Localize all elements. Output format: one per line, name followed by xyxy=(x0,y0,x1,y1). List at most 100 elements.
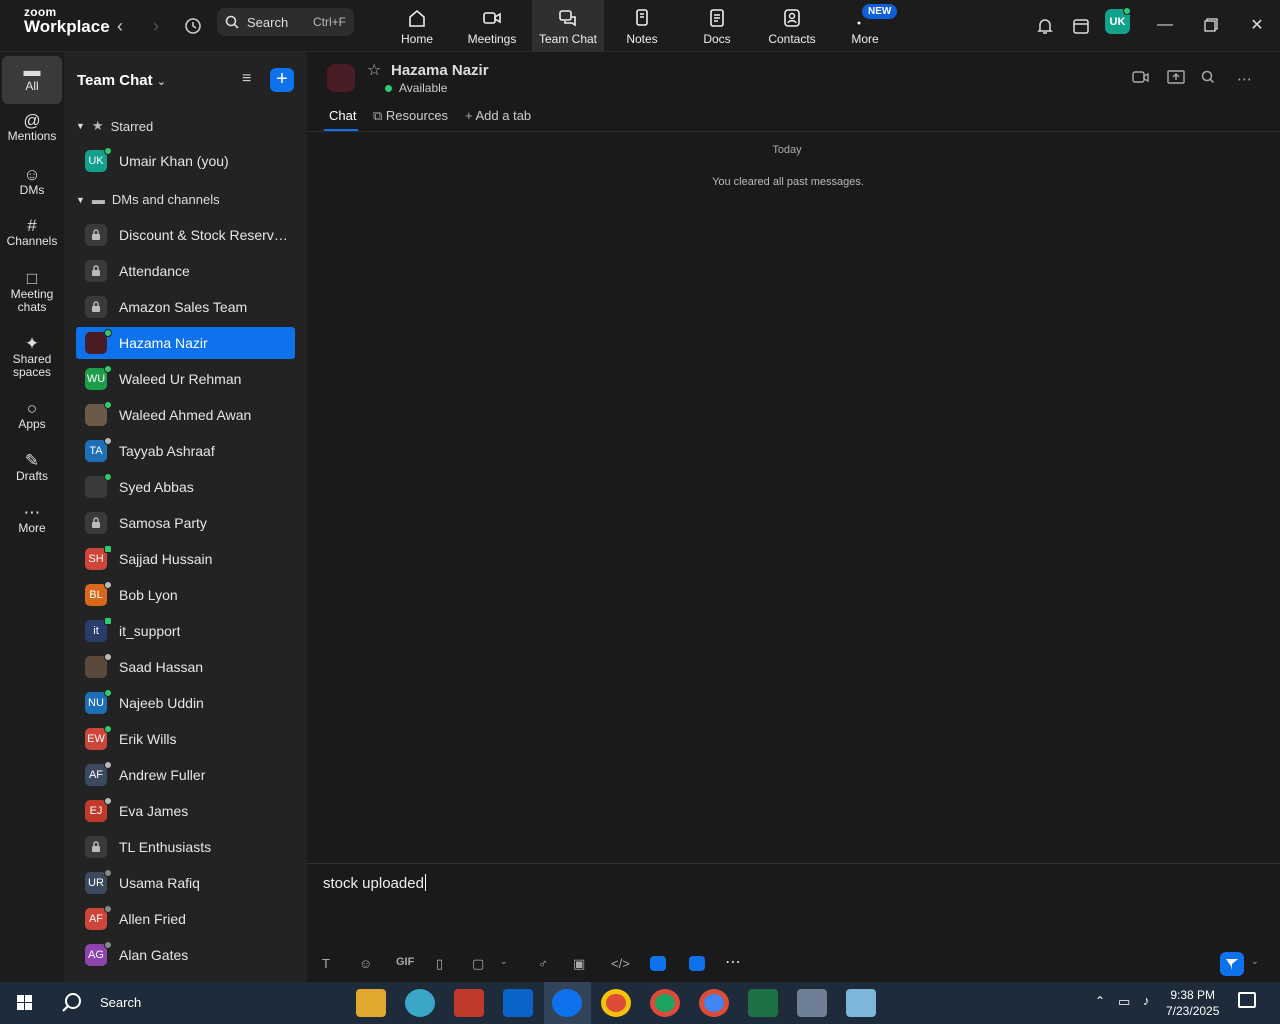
dm-list-item[interactable]: SH Sajjad Hussain xyxy=(76,543,295,575)
dm-list-item[interactable]: Waleed Ahmed Awan xyxy=(76,399,295,431)
outlook-icon[interactable] xyxy=(503,989,533,1017)
search-input[interactable]: Search Ctrl+F xyxy=(217,8,354,36)
system-clock[interactable]: 9:38 PM 7/23/2025 xyxy=(1166,987,1219,1019)
nav-tab-notes[interactable]: Notes xyxy=(606,0,678,52)
minimize-icon[interactable]: — xyxy=(1150,10,1180,40)
rail-item-more[interactable]: ⋯ More xyxy=(2,504,62,535)
contact-name[interactable]: Hazama Nazir xyxy=(391,62,489,79)
rail-item-shared-spaces[interactable]: ✦ Shared spaces xyxy=(2,335,62,379)
star-outline-icon[interactable]: ☆ xyxy=(367,60,381,80)
network-icon[interactable]: ▭ xyxy=(1118,994,1130,1010)
app-notepad-icon[interactable] xyxy=(846,989,876,1017)
dm-list-item[interactable]: Samosa Party xyxy=(76,507,295,539)
screenshot-icon[interactable]: ▢ xyxy=(472,956,484,972)
tab-chat[interactable]: Chat xyxy=(329,108,356,123)
restore-icon[interactable] xyxy=(1196,10,1226,40)
new-chat-button[interactable]: + xyxy=(270,68,294,92)
dm-list-item[interactable]: WU Waleed Ur Rehman xyxy=(76,363,295,395)
more-options-icon[interactable]: ⋯ xyxy=(1237,70,1252,88)
windows-start-icon[interactable] xyxy=(10,989,40,1017)
rail-item-drafts[interactable]: ✎ Drafts xyxy=(2,451,62,483)
screen-share-icon[interactable] xyxy=(1167,70,1185,88)
apps-icon: ○ xyxy=(26,399,38,418)
chrome-profile-2-icon[interactable] xyxy=(650,989,680,1017)
video-message-icon[interactable]: ▣ xyxy=(573,956,585,972)
starred-item[interactable]: UK Umair Khan (you) xyxy=(76,145,295,177)
dm-list-item[interactable]: AG Alan Gates xyxy=(76,939,295,971)
more-tools-icon[interactable]: ⋯ xyxy=(725,952,741,972)
bell-icon[interactable] xyxy=(1031,12,1059,40)
chrome-profile-3-icon[interactable] xyxy=(699,989,729,1017)
contact-avatar[interactable] xyxy=(327,64,355,92)
app-b-icon[interactable] xyxy=(689,956,705,971)
filezilla-icon[interactable] xyxy=(454,989,484,1017)
format-text-icon[interactable]: T xyxy=(322,956,330,971)
dm-list-item[interactable]: BL Bob Lyon xyxy=(76,579,295,611)
dm-list-item[interactable]: AF Allen Fried xyxy=(76,903,295,935)
forward-arrow-icon[interactable]: › xyxy=(142,12,170,40)
dm-list-item[interactable]: EW Erik Wills xyxy=(76,723,295,755)
dm-list-item[interactable]: UR Usama Rafiq xyxy=(76,867,295,899)
dm-list-item[interactable]: Attendance xyxy=(76,255,295,287)
tab-add[interactable]: + Add a tab xyxy=(465,108,531,123)
dm-list-item[interactable]: TA Tayyab Ashraaf xyxy=(76,435,295,467)
message-composer[interactable]: stock uploaded T ☺ GIF ▯ ▢ ⌄ ♂ ▣ </> ⋯ ⌄ xyxy=(307,863,1280,982)
file-icon[interactable]: ▯ xyxy=(436,956,443,972)
rail-item-meeting-chats[interactable]: □ Meeting chats xyxy=(2,270,62,314)
back-arrow-icon[interactable]: ‹ xyxy=(106,12,134,40)
app-a-icon[interactable] xyxy=(650,956,666,971)
section-starred[interactable]: ▼ ★ Starred xyxy=(76,118,153,134)
status-text: Available xyxy=(399,81,448,95)
nav-tab-contacts[interactable]: Contacts xyxy=(756,0,828,52)
nav-tab-home[interactable]: Home xyxy=(381,0,453,52)
file-explorer-icon[interactable] xyxy=(356,989,386,1017)
rail-item-mentions[interactable]: @ Mentions xyxy=(2,112,62,143)
dm-list-item[interactable]: Hazama Nazir xyxy=(76,327,295,359)
rail-item-dms[interactable]: ☺ DMs xyxy=(2,166,62,197)
chrome-icon[interactable] xyxy=(601,989,631,1017)
app-diamond-icon[interactable] xyxy=(405,989,435,1017)
calendar-whats-new-icon[interactable] xyxy=(1067,12,1095,40)
dm-list-item[interactable]: Syed Abbas xyxy=(76,471,295,503)
dm-list-item[interactable]: Discount & Stock Reservati... xyxy=(76,219,295,251)
calculator-icon[interactable] xyxy=(797,989,827,1017)
nav-tab-team-chat[interactable]: Team Chat xyxy=(532,0,604,52)
emoji-icon[interactable]: ☺ xyxy=(359,956,372,971)
rail-item-channels[interactable]: # Channels xyxy=(2,217,62,248)
send-options-chevron-icon[interactable]: ⌄ xyxy=(1251,956,1259,967)
zoom-icon[interactable] xyxy=(552,989,582,1017)
close-icon[interactable]: ✕ xyxy=(1242,10,1272,40)
composer-input[interactable]: stock uploaded xyxy=(323,874,426,892)
notifications-icon[interactable] xyxy=(1238,992,1256,1008)
dm-list-item[interactable]: Amazon Sales Team xyxy=(76,291,295,323)
excel-icon[interactable] xyxy=(748,989,778,1017)
nav-tab-meetings[interactable]: Meetings xyxy=(456,0,528,52)
video-call-icon[interactable] xyxy=(1132,70,1150,88)
search-icon[interactable] xyxy=(1201,70,1215,88)
filter-icon[interactable]: ≡ xyxy=(242,70,251,88)
taskbar-search-label[interactable]: Search xyxy=(100,995,141,1010)
nav-tab-docs[interactable]: Docs xyxy=(681,0,753,52)
dm-list-item[interactable]: TL Enthusiasts xyxy=(76,831,295,863)
chevron-down-icon[interactable]: ⌄ xyxy=(500,956,508,967)
sidebar-title[interactable]: Team Chat ⌄ xyxy=(77,72,166,89)
volume-icon[interactable]: ♪ xyxy=(1143,993,1150,1008)
rail-item-all[interactable]: ▬ All xyxy=(2,56,62,104)
gif-icon[interactable]: GIF xyxy=(396,956,414,968)
dm-list-item[interactable]: Saad Hassan xyxy=(76,651,295,683)
microphone-icon[interactable]: ♂ xyxy=(538,956,548,971)
dm-list-item[interactable]: AF Andrew Fuller xyxy=(76,759,295,791)
drafts-icon: ✎ xyxy=(24,451,40,470)
dm-list-item[interactable]: NU Najeeb Uddin xyxy=(76,687,295,719)
send-button[interactable] xyxy=(1220,952,1244,976)
rail-item-apps[interactable]: ○ Apps xyxy=(2,399,62,431)
chevron-up-icon[interactable]: ⌃ xyxy=(1095,994,1105,1008)
tab-resources[interactable]: ⧉ Resources xyxy=(373,108,448,124)
search-icon[interactable] xyxy=(58,989,88,1017)
dm-list-item[interactable]: EJ Eva James xyxy=(76,795,295,827)
section-dms-and-channels[interactable]: ▼ ▬ DMs and channels xyxy=(76,192,220,207)
history-icon[interactable] xyxy=(179,12,207,40)
code-snippet-icon[interactable]: </> xyxy=(611,956,630,971)
rail-item-label: Channels xyxy=(6,234,58,248)
dm-list-item[interactable]: it it_support xyxy=(76,615,295,647)
